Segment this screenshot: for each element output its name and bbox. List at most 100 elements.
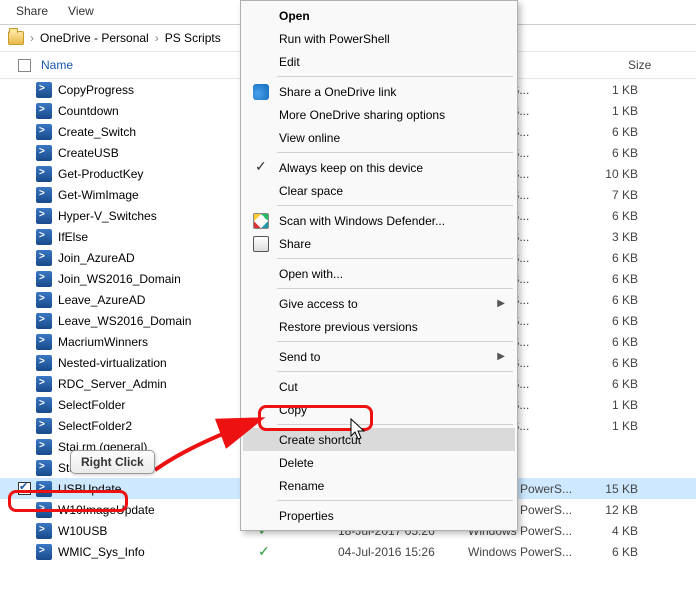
powershell-file-icon (36, 502, 52, 518)
chevron-right-icon: ▶ (497, 298, 505, 309)
ctx-scan-defender[interactable]: Scan with Windows Defender... (243, 209, 515, 232)
file-size: 6 KB (578, 125, 638, 139)
file-size: 15 KB (578, 482, 638, 496)
file-size: 1 KB (578, 83, 638, 97)
file-name: IfElse (58, 230, 258, 244)
file-size: 6 KB (578, 314, 638, 328)
file-size: 6 KB (578, 146, 638, 160)
ctx-delete[interactable]: Delete (243, 451, 515, 474)
file-date: 04-Jul-2016 15:26 (338, 545, 468, 559)
ctx-restore-versions[interactable]: Restore previous versions (243, 315, 515, 338)
onedrive-icon (253, 84, 269, 100)
powershell-file-icon (36, 355, 52, 371)
powershell-file-icon (36, 334, 52, 350)
ctx-edit[interactable]: Edit (243, 50, 515, 73)
file-type: Windows PowerS... (468, 545, 578, 559)
file-size: 6 KB (578, 272, 638, 286)
file-size: 6 KB (578, 335, 638, 349)
file-size: 6 KB (578, 209, 638, 223)
file-name: RDC_Server_Admin (58, 377, 258, 391)
file-size: 6 KB (578, 293, 638, 307)
annotation-arrow (150, 415, 270, 475)
file-size: 1 KB (578, 104, 638, 118)
select-all-checkbox[interactable] (18, 59, 31, 72)
folder-icon (8, 31, 24, 45)
powershell-file-icon (36, 439, 52, 455)
tab-share[interactable]: Share (16, 4, 48, 18)
ctx-send-to[interactable]: Send to▶ (243, 345, 515, 368)
powershell-file-icon (36, 208, 52, 224)
file-name: W10ImageUpdate (58, 503, 258, 517)
powershell-file-icon (36, 124, 52, 140)
ctx-clear-space[interactable]: Clear space (243, 179, 515, 202)
check-icon (253, 160, 269, 176)
breadcrumb-subfolder[interactable]: PS Scripts (165, 31, 221, 45)
separator (277, 500, 513, 501)
powershell-file-icon (36, 103, 52, 119)
powershell-file-icon (36, 292, 52, 308)
file-name: Leave_WS2016_Domain (58, 314, 258, 328)
separator (277, 152, 513, 153)
file-size: 6 KB (578, 377, 638, 391)
ctx-open[interactable]: Open (243, 4, 515, 27)
separator (277, 424, 513, 425)
powershell-file-icon (36, 481, 52, 497)
file-row[interactable]: WMIC_Sys_Info✓04-Jul-2016 15:26Windows P… (0, 541, 696, 562)
ctx-view-online[interactable]: View online (243, 126, 515, 149)
tab-view[interactable]: View (68, 4, 94, 18)
defender-icon (253, 213, 269, 229)
file-name: CreateUSB (58, 146, 258, 160)
ctx-more-onedrive-options[interactable]: More OneDrive sharing options (243, 103, 515, 126)
file-size: 6 KB (578, 251, 638, 265)
file-size: 1 KB (578, 419, 638, 433)
powershell-file-icon (36, 397, 52, 413)
powershell-file-icon (36, 187, 52, 203)
ctx-cut[interactable]: Cut (243, 375, 515, 398)
ctx-create-shortcut[interactable]: Create shortcut (243, 428, 515, 451)
file-size: 10 KB (578, 167, 638, 181)
powershell-file-icon (36, 166, 52, 182)
ctx-run-powershell[interactable]: Run with PowerShell (243, 27, 515, 50)
separator (277, 288, 513, 289)
ctx-copy[interactable]: Copy (243, 398, 515, 421)
powershell-file-icon (36, 376, 52, 392)
chevron-right-icon: ▶ (497, 351, 505, 362)
column-size[interactable]: Size (598, 58, 688, 72)
powershell-file-icon (36, 82, 52, 98)
file-size: 6 KB (578, 545, 638, 559)
powershell-file-icon (36, 313, 52, 329)
breadcrumb-folder[interactable]: OneDrive - Personal (40, 31, 149, 45)
ctx-share[interactable]: Share (243, 232, 515, 255)
powershell-file-icon (36, 229, 52, 245)
ctx-rename[interactable]: Rename (243, 474, 515, 497)
separator (277, 258, 513, 259)
powershell-file-icon (36, 460, 52, 476)
file-name: USBUpdate (58, 482, 258, 496)
separator (277, 76, 513, 77)
file-name: WMIC_Sys_Info (58, 545, 258, 559)
file-name: MacriumWinners (58, 335, 258, 349)
share-icon (253, 236, 269, 252)
powershell-file-icon (36, 544, 52, 560)
file-size: 3 KB (578, 230, 638, 244)
chevron-right-icon: › (30, 31, 34, 45)
file-size: 1 KB (578, 398, 638, 412)
annotation-tooltip-right-click: Right Click (70, 450, 155, 474)
ctx-share-onedrive-link[interactable]: Share a OneDrive link (243, 80, 515, 103)
ctx-give-access-to[interactable]: Give access to▶ (243, 292, 515, 315)
powershell-file-icon (36, 418, 52, 434)
ctx-always-keep[interactable]: Always keep on this device (243, 156, 515, 179)
context-menu: Open Run with PowerShell Edit Share a On… (240, 0, 518, 531)
chevron-right-icon: › (155, 31, 159, 45)
ctx-open-with[interactable]: Open with... (243, 262, 515, 285)
file-size: 6 KB (578, 356, 638, 370)
powershell-file-icon (36, 523, 52, 539)
ctx-properties[interactable]: Properties (243, 504, 515, 527)
sync-status-icon: ✓ (258, 543, 338, 560)
file-size: 12 KB (578, 503, 638, 517)
row-checkbox[interactable] (18, 482, 31, 495)
file-name: W10USB (58, 524, 258, 538)
file-size: 4 KB (578, 524, 638, 538)
file-name: CopyProgress (58, 83, 258, 97)
separator (277, 205, 513, 206)
